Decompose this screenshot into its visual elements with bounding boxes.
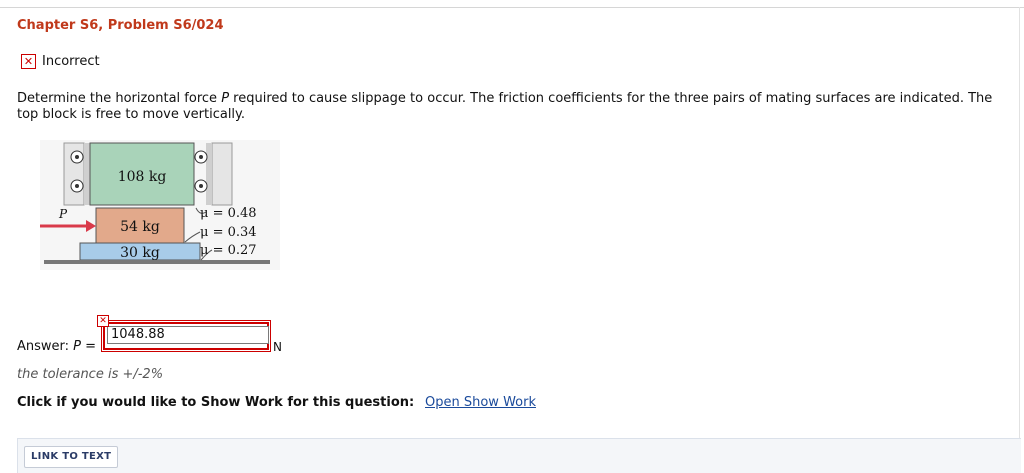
- answer-label: Answer: P =: [17, 339, 96, 354]
- frame-top-border: [0, 7, 1024, 8]
- frame-right-border: [1019, 7, 1020, 472]
- problem-title: Chapter S6, Problem S6/024: [17, 18, 224, 33]
- answer-variable: P: [73, 339, 82, 354]
- footer-panel: [17, 438, 1021, 473]
- status-label: Incorrect: [42, 54, 100, 69]
- show-work-prompt: Click if you would like to Show Work for…: [17, 395, 415, 410]
- roller-icon: [194, 150, 208, 164]
- answer-unit: N: [273, 340, 282, 354]
- roller-icon: [70, 179, 84, 193]
- x-icon: ✕: [97, 315, 109, 327]
- roller-icon: [70, 150, 84, 164]
- left-wall-face: [84, 143, 90, 205]
- answer-field-frame: [101, 320, 271, 352]
- ground: [44, 260, 270, 264]
- right-wall-face: [206, 143, 212, 205]
- block-30kg-label: 30 kg: [120, 245, 160, 261]
- problem-figure: 108 kg 54 kg 30 kg P μ = 0.48 μ = 0.34 μ…: [38, 140, 280, 270]
- answer-label-prefix: Answer:: [17, 339, 74, 354]
- answer-input[interactable]: [107, 326, 269, 344]
- friction-label-middle: μ = 0.34: [200, 225, 257, 240]
- open-show-work-link[interactable]: Open Show Work: [425, 395, 536, 410]
- status-row: ✕ Incorrect: [21, 54, 100, 69]
- force-label: P: [58, 207, 68, 221]
- question-variable: P: [221, 91, 230, 106]
- block-108kg-label: 108 kg: [118, 169, 167, 185]
- figure-svg: 108 kg 54 kg 30 kg P μ = 0.48 μ = 0.34 μ…: [38, 140, 280, 270]
- right-wall: [211, 142, 233, 206]
- question-text-before: Determine the horizontal force: [17, 91, 222, 106]
- tolerance-note: the tolerance is +/-2%: [17, 367, 164, 382]
- question-text: Determine the horizontal force P require…: [17, 91, 1017, 123]
- friction-label-bottom: μ = 0.27: [200, 243, 257, 258]
- link-to-text-button[interactable]: LINK TO TEXT: [24, 446, 119, 468]
- roller-icon: [194, 179, 208, 193]
- block-54kg-label: 54 kg: [120, 219, 160, 235]
- answer-label-suffix: =: [81, 339, 97, 354]
- x-icon: ✕: [21, 54, 36, 69]
- friction-label-top: μ = 0.48: [200, 206, 257, 221]
